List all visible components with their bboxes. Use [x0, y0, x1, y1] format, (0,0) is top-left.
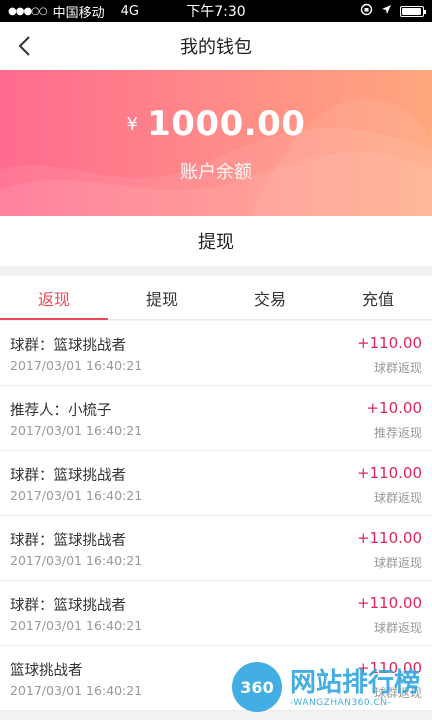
withdraw-button[interactable]: 提现	[0, 216, 432, 266]
network-type: 4G	[120, 3, 140, 19]
transaction-amount: +110.00	[356, 334, 422, 352]
transaction-date: 2017/03/01 16:40:21	[10, 488, 143, 503]
transaction-amount: +110.00	[356, 594, 422, 612]
transaction-date: 2017/03/01 16:40:21	[10, 423, 143, 438]
transaction-row[interactable]: 球群：篮球挑战者 2017/03/01 16:40:21 +110.00 球群返现	[0, 451, 432, 516]
transaction-date: 2017/03/01 16:40:21	[10, 618, 143, 633]
transaction-row[interactable]: 球群：篮球挑战者 2017/03/01 16:40:21 +110.00 球群返现	[0, 321, 432, 386]
transaction-amount: +110.00	[356, 529, 422, 547]
transaction-type: 推荐返现	[373, 426, 422, 440]
transaction-tabs: 返现 提现 交易 充值	[0, 276, 432, 320]
transaction-type: 球群返现	[373, 686, 422, 700]
tab-0[interactable]: 返现	[0, 276, 108, 320]
transaction-amount: +110.00	[356, 464, 422, 482]
back-button[interactable]	[8, 30, 40, 62]
tab-2[interactable]: 交易	[216, 276, 324, 319]
transaction-type: 球群返现	[373, 621, 422, 635]
balance-label: 账户余额	[180, 162, 252, 183]
rotation-lock-icon	[360, 3, 373, 20]
nav-bar: 我的钱包	[0, 22, 432, 70]
battery-icon	[400, 5, 426, 17]
transaction-title: 篮球挑战者	[10, 663, 83, 679]
transaction-title: 球群：篮球挑战者	[10, 598, 126, 614]
transaction-amount: +110.00	[356, 659, 422, 677]
transaction-date: 2017/03/01 16:40:21	[10, 683, 143, 698]
transaction-row[interactable]: 球群：篮球挑战者 2017/03/01 16:40:21 +110.00 球群返现	[0, 516, 432, 581]
transaction-amount: +10.00	[366, 399, 422, 417]
transaction-date: 2017/03/01 16:40:21	[10, 358, 143, 373]
tab-1[interactable]: 提现	[108, 276, 216, 319]
tab-3[interactable]: 充值	[324, 276, 432, 319]
transaction-row[interactable]: 篮球挑战者 2017/03/01 16:40:21 +110.00 球群返现	[0, 646, 432, 711]
location-icon	[381, 4, 392, 19]
transaction-type: 球群返现	[373, 491, 422, 505]
currency-symbol: ¥	[126, 113, 138, 135]
transaction-row[interactable]: 推荐人：小梳子 2017/03/01 16:40:21 +10.00 推荐返现	[0, 386, 432, 451]
transaction-list: 球群：篮球挑战者 2017/03/01 16:40:21 +110.00 球群返现 推荐…	[0, 321, 432, 711]
transaction-title: 球群：篮球挑战者	[10, 338, 126, 354]
signal-strength-icon: ●●●○○	[8, 5, 48, 17]
transaction-title: 球群：篮球挑战者	[10, 533, 126, 549]
balance-amount: 1000.00	[147, 104, 306, 144]
transaction-title: 推荐人：小梳子	[10, 403, 112, 419]
transaction-type: 球群返现	[373, 361, 422, 375]
status-bar: ●●●○○ 中国移动 4G 下午7:30	[0, 0, 432, 22]
chevron-left-icon	[18, 36, 30, 56]
balance-card: ¥ 1000.00 账户余额	[0, 70, 432, 216]
page-title: 我的钱包	[180, 37, 252, 58]
balance-display: ¥ 1000.00	[0, 104, 432, 144]
transaction-date: 2017/03/01 16:40:21	[10, 553, 143, 568]
transaction-type: 球群返现	[373, 556, 422, 570]
carrier-name: 中国移动	[52, 5, 105, 21]
transaction-title: 球群：篮球挑战者	[10, 468, 126, 484]
transaction-row[interactable]: 球群：篮球挑战者 2017/03/01 16:40:21 +110.00 球群返现	[0, 581, 432, 646]
